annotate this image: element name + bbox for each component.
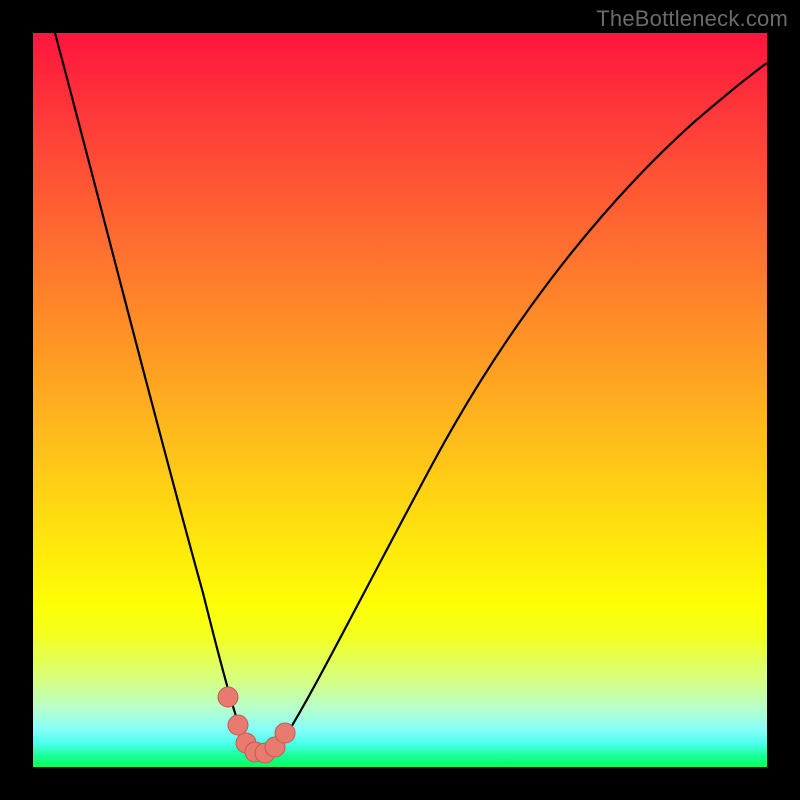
marker-dot — [218, 687, 238, 707]
watermark-text: TheBottleneck.com — [596, 6, 788, 32]
marker-dot — [275, 723, 295, 743]
bottleneck-curve — [55, 33, 767, 755]
marker-group — [218, 687, 295, 763]
marker-dot — [228, 715, 248, 735]
chart-svg — [33, 33, 767, 767]
chart-frame: TheBottleneck.com — [0, 0, 800, 800]
